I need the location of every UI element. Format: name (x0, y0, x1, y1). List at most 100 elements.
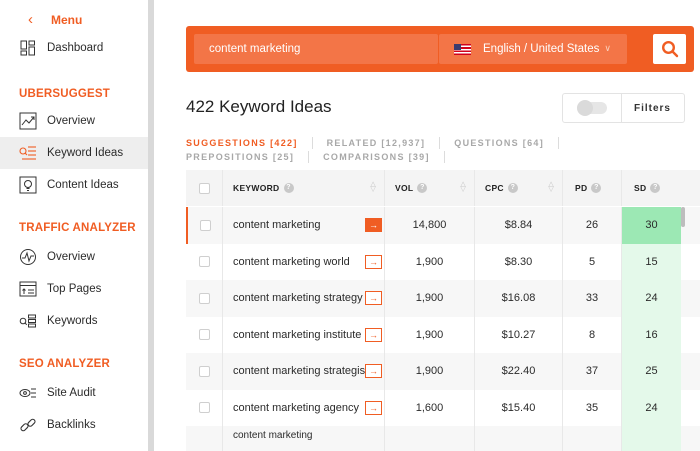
chevron-down-icon: ∨ (604, 43, 611, 53)
table-row[interactable]: content marketing agency → 1,600 $15.40 3… (186, 389, 700, 426)
section-heading-seo-analyzer: SEO ANALYZER (19, 358, 111, 370)
row-checkbox[interactable] (198, 292, 210, 304)
arrow-right-icon[interactable]: → (365, 291, 382, 306)
header-pd[interactable]: PD? (562, 170, 621, 206)
keyword-text[interactable]: content marketing (233, 430, 313, 441)
header-sd[interactable]: SD? (621, 170, 681, 206)
tab-comparisons[interactable]: COMPARISONS [39] (323, 152, 430, 162)
keyword-text[interactable]: content marketing agency (233, 402, 359, 414)
language-label: English / United States (483, 43, 600, 55)
tab-questions[interactable]: QUESTIONS [64] (454, 138, 544, 148)
row-checkbox[interactable] (198, 402, 210, 414)
menu-toggle[interactable]: ‹ Menu (28, 12, 82, 28)
sidebar-item-label: Top Pages (47, 283, 102, 295)
sort-icon[interactable]: △ ▽ (370, 181, 376, 193)
info-icon[interactable]: ? (507, 183, 518, 193)
sidebar-item-keyword-ideas[interactable]: Keyword Ideas (0, 137, 148, 169)
table-row[interactable]: content marketing → 14,800 $8.84 26 30 (186, 207, 700, 244)
row-checkbox-cell (186, 317, 222, 354)
sidebar-item-label: Overview (47, 115, 95, 127)
keyword-text[interactable]: content marketing (233, 219, 320, 231)
arrow-right-icon[interactable]: → (365, 327, 382, 342)
header-keyword-label: KEYWORD (233, 183, 280, 193)
page-title: 422 Keyword Ideas (186, 97, 332, 116)
sidebar-item-top-pages[interactable]: Top Pages (0, 273, 148, 305)
sidebar-item-dashboard[interactable]: Dashboard (0, 32, 148, 64)
toggle-switch[interactable] (577, 100, 607, 116)
row-checkbox[interactable] (198, 329, 210, 341)
arrow-right-icon[interactable]: → (365, 400, 382, 415)
keyword-text[interactable]: content marketing strategist (233, 365, 368, 377)
info-icon[interactable]: ? (417, 183, 428, 193)
search-button[interactable] (653, 34, 686, 64)
tab-divider (558, 137, 559, 149)
header-keyword[interactable]: KEYWORD? △ ▽ (222, 170, 384, 206)
tab-suggestions[interactable]: SUGGESTIONS [422] (186, 138, 298, 148)
filters-button[interactable]: Filters (621, 93, 685, 123)
cpc-cell: $16.08 (474, 280, 562, 317)
tab-divider (311, 137, 313, 149)
sidebar-item-keywords[interactable]: Keywords (0, 305, 148, 337)
tab-prepositions[interactable]: PREPOSITIONS [25] (186, 152, 294, 162)
pd-cell: 5 (562, 243, 621, 280)
info-icon[interactable]: ? (591, 183, 602, 193)
table-row[interactable]: content marketing world → 1,900 $8.30 5 1… (186, 243, 700, 280)
info-icon[interactable]: ? (283, 183, 294, 193)
table-row[interactable]: content marketing strategist → 1,900 $22.… (186, 353, 700, 390)
header-cpc[interactable]: CPC? △ ▽ (474, 170, 562, 206)
header-sd-label: SD (634, 183, 647, 193)
row-checkbox[interactable] (198, 365, 210, 377)
cpc-cell: $10.27 (474, 316, 562, 353)
section-heading-traffic-analyzer: TRAFFIC ANALYZER (19, 222, 136, 234)
table-row[interactable]: content marketing strategy → 1,900 $16.08… (186, 280, 700, 317)
select-all-checkbox[interactable] (198, 182, 210, 194)
arrow-right-icon[interactable]: → (365, 364, 382, 379)
sd-cell: 25 (621, 353, 681, 390)
table-scrollbar[interactable] (681, 207, 685, 227)
vol-cell: 1,900 (384, 280, 474, 317)
dashboard-icon (18, 38, 38, 58)
pd-cell: 33 (562, 280, 621, 317)
sidebar-item-label: Overview (47, 251, 95, 263)
tab-related[interactable]: RELATED [12,937] (327, 138, 426, 148)
arrow-right-icon[interactable]: → (365, 254, 382, 269)
row-checkbox-cell (186, 280, 222, 317)
info-icon[interactable]: ? (650, 183, 661, 193)
table-row-partial[interactable]: content marketing (186, 426, 700, 451)
sidebar-item-label: Keyword Ideas (47, 147, 124, 159)
vol-cell (384, 426, 474, 451)
arrow-right-icon[interactable]: → (365, 218, 382, 233)
sd-cell: 15 (621, 243, 681, 280)
tabs-row-2: PREPOSITIONS [25] COMPARISONS [39] (186, 151, 459, 163)
sidebar-item-overview[interactable]: Overview (0, 105, 148, 137)
sidebar-item-traffic-overview[interactable]: Overview (0, 241, 148, 273)
tab-divider (443, 151, 445, 163)
sort-icon[interactable]: △ ▽ (460, 181, 466, 193)
search-bar: content marketing English / United State… (186, 26, 694, 72)
filter-toggle[interactable] (562, 93, 622, 123)
section-heading-ubersuggest: UBERSUGGEST (19, 88, 111, 100)
header-vol-label: VOL (395, 183, 414, 193)
header-vol[interactable]: VOL? △ ▽ (384, 170, 474, 206)
site-audit-icon (18, 383, 38, 403)
sidebar-item-backlinks[interactable]: Backlinks (0, 409, 148, 441)
row-checkbox[interactable] (199, 219, 211, 231)
search-input[interactable]: content marketing (194, 34, 438, 64)
sidebar-item-label: Dashboard (47, 42, 104, 54)
table-row[interactable]: content marketing institute → 1,900 $10.2… (186, 316, 700, 354)
sidebar-item-site-audit[interactable]: Site Audit (0, 377, 148, 409)
keyword-text[interactable]: content marketing strategy (233, 292, 363, 304)
search-icon (661, 40, 678, 58)
language-select[interactable]: English / United States ∨ (439, 34, 627, 64)
pd-cell: 37 (562, 353, 621, 390)
keyword-text[interactable]: content marketing institute (233, 329, 361, 341)
sidebar-item-content-ideas[interactable]: Content Ideas (0, 169, 148, 201)
row-checkbox[interactable] (198, 256, 210, 268)
row-checkbox-cell (186, 353, 222, 390)
sd-cell: 24 (621, 389, 681, 426)
keyword-cell: content marketing agency → (222, 389, 384, 426)
keyword-text[interactable]: content marketing world (233, 256, 350, 268)
cpc-cell: $8.84 (474, 207, 562, 244)
sort-icon[interactable]: △ ▽ (548, 181, 554, 193)
pd-cell: 8 (562, 316, 621, 353)
